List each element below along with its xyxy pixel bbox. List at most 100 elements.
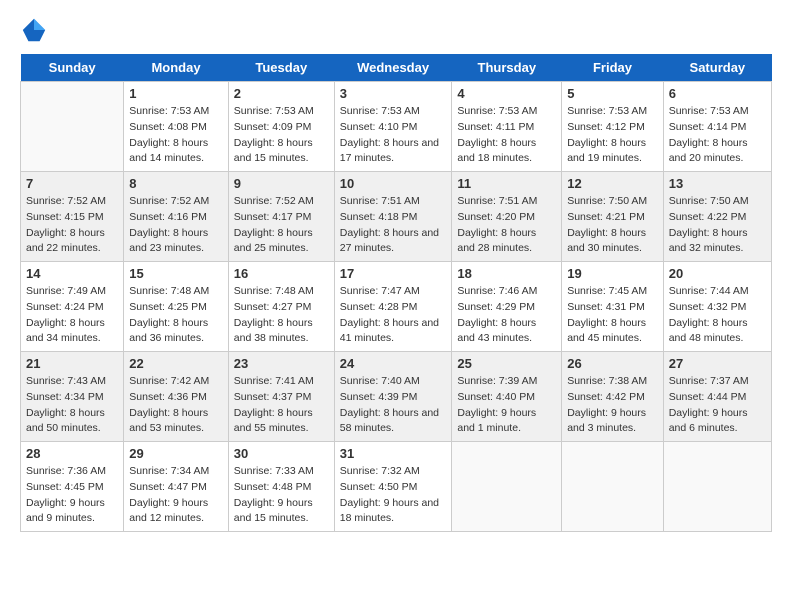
- calendar-body: 1 Sunrise: 7:53 AMSunset: 4:08 PMDaylight…: [21, 82, 772, 532]
- cell-info: Sunrise: 7:36 AMSunset: 4:45 PMDaylight:…: [26, 464, 118, 527]
- calendar-cell: 29 Sunrise: 7:34 AMSunset: 4:47 PMDayligh…: [124, 442, 229, 532]
- calendar-cell: 28 Sunrise: 7:36 AMSunset: 4:45 PMDayligh…: [21, 442, 124, 532]
- day-header-friday: Friday: [562, 54, 664, 82]
- cell-date: 8: [129, 176, 223, 191]
- calendar-cell: 24 Sunrise: 7:40 AMSunset: 4:39 PMDayligh…: [334, 352, 452, 442]
- cell-date: 18: [457, 266, 556, 281]
- calendar-cell: 18Sunrise: 7:46 AMSunset: 4:29 PMDayligh…: [452, 262, 562, 352]
- calendar-cell: 9 Sunrise: 7:52 AMSunset: 4:17 PMDaylight…: [228, 172, 334, 262]
- calendar-cell: 16Sunrise: 7:48 AMSunset: 4:27 PMDayligh…: [228, 262, 334, 352]
- calendar-cell: 11 Sunrise: 7:51 AMSunset: 4:20 PMDayligh…: [452, 172, 562, 262]
- cell-date: 13: [669, 176, 766, 191]
- cell-info: Sunrise: 7:53 AMSunset: 4:11 PMDaylight:…: [457, 104, 556, 167]
- cell-date: 29: [129, 446, 223, 461]
- cell-info: Sunrise: 7:47 AMSunset: 4:28 PMDaylight:…: [340, 284, 447, 347]
- cell-date: 23: [234, 356, 329, 371]
- cell-info: Sunrise: 7:53 AMSunset: 4:09 PMDaylight:…: [234, 104, 329, 167]
- calendar-cell: 17 Sunrise: 7:47 AMSunset: 4:28 PMDayligh…: [334, 262, 452, 352]
- calendar-cell: 25Sunrise: 7:39 AMSunset: 4:40 PMDayligh…: [452, 352, 562, 442]
- cell-info: Sunrise: 7:32 AMSunset: 4:50 PMDaylight:…: [340, 464, 447, 527]
- page-header: [20, 16, 772, 44]
- calendar-table: SundayMondayTuesdayWednesdayThursdayFrid…: [20, 54, 772, 532]
- day-header-wednesday: Wednesday: [334, 54, 452, 82]
- calendar-cell: [21, 82, 124, 172]
- cell-date: 9: [234, 176, 329, 191]
- calendar-cell: 10 Sunrise: 7:51 AMSunset: 4:18 PMDayligh…: [334, 172, 452, 262]
- cell-date: 5: [567, 86, 658, 101]
- cell-info: Sunrise: 7:53 AMSunset: 4:14 PMDaylight:…: [669, 104, 766, 167]
- cell-date: 1: [129, 86, 223, 101]
- calendar-cell: 19 Sunrise: 7:45 AMSunset: 4:31 PMDayligh…: [562, 262, 664, 352]
- cell-date: 27: [669, 356, 766, 371]
- cell-date: 12: [567, 176, 658, 191]
- cell-date: 25: [457, 356, 556, 371]
- calendar-cell: 12Sunrise: 7:50 AMSunset: 4:21 PMDayligh…: [562, 172, 664, 262]
- calendar-cell: 27 Sunrise: 7:37 AMSunset: 4:44 PMDayligh…: [663, 352, 771, 442]
- calendar-cell: 13 Sunrise: 7:50 AMSunset: 4:22 PMDayligh…: [663, 172, 771, 262]
- cell-info: Sunrise: 7:45 AMSunset: 4:31 PMDaylight:…: [567, 284, 658, 347]
- cell-info: Sunrise: 7:53 AMSunset: 4:10 PMDaylight:…: [340, 104, 447, 167]
- cell-info: Sunrise: 7:37 AMSunset: 4:44 PMDaylight:…: [669, 374, 766, 437]
- cell-info: Sunrise: 7:44 AMSunset: 4:32 PMDaylight:…: [669, 284, 766, 347]
- cell-date: 31: [340, 446, 447, 461]
- logo: [20, 16, 52, 44]
- cell-info: Sunrise: 7:53 AMSunset: 4:12 PMDaylight:…: [567, 104, 658, 167]
- cell-date: 15: [129, 266, 223, 281]
- cell-date: 17: [340, 266, 447, 281]
- logo-icon: [20, 16, 48, 44]
- cell-date: 7: [26, 176, 118, 191]
- cell-date: 21: [26, 356, 118, 371]
- cell-date: 6: [669, 86, 766, 101]
- calendar-cell: 22 Sunrise: 7:42 AMSunset: 4:36 PMDayligh…: [124, 352, 229, 442]
- week-row-3: 14Sunrise: 7:49 AMSunset: 4:24 PMDayligh…: [21, 262, 772, 352]
- day-header-tuesday: Tuesday: [228, 54, 334, 82]
- cell-info: Sunrise: 7:52 AMSunset: 4:15 PMDaylight:…: [26, 194, 118, 257]
- cell-info: Sunrise: 7:52 AMSunset: 4:17 PMDaylight:…: [234, 194, 329, 257]
- calendar-header-row: SundayMondayTuesdayWednesdayThursdayFrid…: [21, 54, 772, 82]
- day-header-saturday: Saturday: [663, 54, 771, 82]
- cell-date: 11: [457, 176, 556, 191]
- calendar-cell: 14Sunrise: 7:49 AMSunset: 4:24 PMDayligh…: [21, 262, 124, 352]
- cell-info: Sunrise: 7:50 AMSunset: 4:22 PMDaylight:…: [669, 194, 766, 257]
- cell-info: Sunrise: 7:51 AMSunset: 4:18 PMDaylight:…: [340, 194, 447, 257]
- cell-date: 3: [340, 86, 447, 101]
- day-header-sunday: Sunday: [21, 54, 124, 82]
- calendar-cell: 20Sunrise: 7:44 AMSunset: 4:32 PMDayligh…: [663, 262, 771, 352]
- calendar-cell: 1 Sunrise: 7:53 AMSunset: 4:08 PMDaylight…: [124, 82, 229, 172]
- calendar-cell: [562, 442, 664, 532]
- cell-date: 24: [340, 356, 447, 371]
- cell-info: Sunrise: 7:33 AMSunset: 4:48 PMDaylight:…: [234, 464, 329, 527]
- cell-info: Sunrise: 7:34 AMSunset: 4:47 PMDaylight:…: [129, 464, 223, 527]
- calendar-cell: 21 Sunrise: 7:43 AMSunset: 4:34 PMDayligh…: [21, 352, 124, 442]
- cell-info: Sunrise: 7:49 AMSunset: 4:24 PMDaylight:…: [26, 284, 118, 347]
- calendar-cell: 4Sunrise: 7:53 AMSunset: 4:11 PMDaylight…: [452, 82, 562, 172]
- calendar-cell: [663, 442, 771, 532]
- week-row-2: 7 Sunrise: 7:52 AMSunset: 4:15 PMDaylight…: [21, 172, 772, 262]
- calendar-cell: 6 Sunrise: 7:53 AMSunset: 4:14 PMDaylight…: [663, 82, 771, 172]
- cell-info: Sunrise: 7:40 AMSunset: 4:39 PMDaylight:…: [340, 374, 447, 437]
- calendar-cell: 15 Sunrise: 7:48 AMSunset: 4:25 PMDayligh…: [124, 262, 229, 352]
- cell-info: Sunrise: 7:42 AMSunset: 4:36 PMDaylight:…: [129, 374, 223, 437]
- cell-info: Sunrise: 7:53 AMSunset: 4:08 PMDaylight:…: [129, 104, 223, 167]
- cell-info: Sunrise: 7:52 AMSunset: 4:16 PMDaylight:…: [129, 194, 223, 257]
- day-header-monday: Monday: [124, 54, 229, 82]
- week-row-1: 1 Sunrise: 7:53 AMSunset: 4:08 PMDaylight…: [21, 82, 772, 172]
- cell-date: 19: [567, 266, 658, 281]
- cell-date: 10: [340, 176, 447, 191]
- calendar-cell: 23 Sunrise: 7:41 AMSunset: 4:37 PMDayligh…: [228, 352, 334, 442]
- cell-date: 22: [129, 356, 223, 371]
- calendar-cell: 26Sunrise: 7:38 AMSunset: 4:42 PMDayligh…: [562, 352, 664, 442]
- cell-info: Sunrise: 7:51 AMSunset: 4:20 PMDaylight:…: [457, 194, 556, 257]
- day-header-thursday: Thursday: [452, 54, 562, 82]
- cell-info: Sunrise: 7:43 AMSunset: 4:34 PMDaylight:…: [26, 374, 118, 437]
- calendar-cell: 30 Sunrise: 7:33 AMSunset: 4:48 PMDayligh…: [228, 442, 334, 532]
- calendar-cell: [452, 442, 562, 532]
- calendar-cell: 2Sunrise: 7:53 AMSunset: 4:09 PMDaylight…: [228, 82, 334, 172]
- calendar-cell: 3 Sunrise: 7:53 AMSunset: 4:10 PMDaylight…: [334, 82, 452, 172]
- cell-date: 28: [26, 446, 118, 461]
- cell-info: Sunrise: 7:48 AMSunset: 4:25 PMDaylight:…: [129, 284, 223, 347]
- cell-info: Sunrise: 7:38 AMSunset: 4:42 PMDaylight:…: [567, 374, 658, 437]
- cell-info: Sunrise: 7:41 AMSunset: 4:37 PMDaylight:…: [234, 374, 329, 437]
- cell-date: 30: [234, 446, 329, 461]
- calendar-cell: 31 Sunrise: 7:32 AMSunset: 4:50 PMDayligh…: [334, 442, 452, 532]
